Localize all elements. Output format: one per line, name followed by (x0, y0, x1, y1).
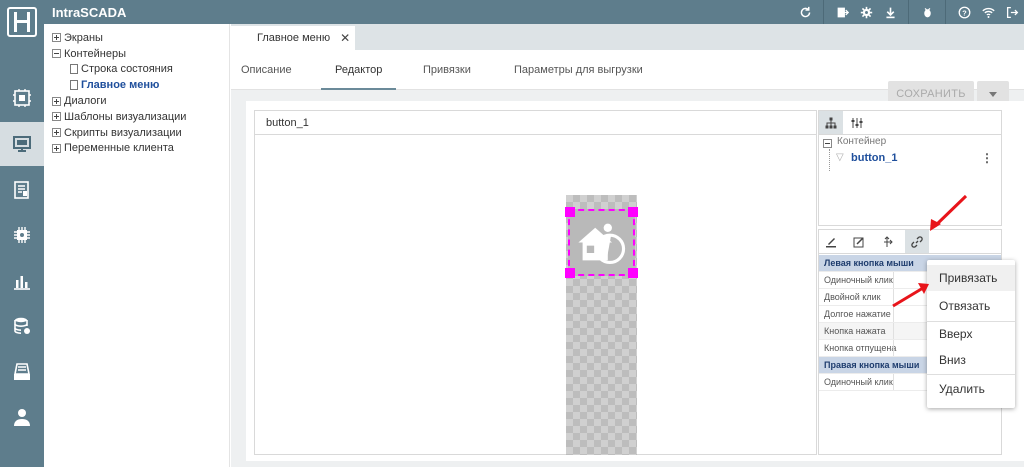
logo-mark (7, 7, 37, 37)
expand-icon[interactable] (52, 33, 61, 43)
canvas-title: button_1 (255, 111, 816, 135)
left-rail (0, 24, 44, 467)
object-tree-panel: Контейнер ▽ button_1 ⋮ (818, 110, 1002, 226)
app-logo (0, 0, 44, 44)
node-expand-icon: ▽ (836, 152, 844, 163)
download-icon[interactable] (878, 0, 902, 24)
tab-label: Главное меню (257, 32, 331, 44)
resize-handle-se[interactable] (628, 268, 638, 278)
hierarchy-icon[interactable] (819, 111, 843, 134)
group-label: Правая кнопка мыши (824, 360, 920, 370)
document-tabstrip: Главное меню ✕ (231, 24, 1024, 50)
resize-handle-sw[interactable] (565, 268, 575, 278)
tree-item-label: Скрипты визуализации (64, 126, 182, 139)
wifi-icon (976, 0, 1000, 24)
selected-button-widget[interactable] (568, 209, 635, 276)
brush-icon[interactable] (819, 230, 843, 253)
tree-item-label: Главное меню (81, 79, 160, 92)
tree-item-scripts[interactable]: Скрипты визуализации (44, 125, 229, 141)
canvas-panel: button_1 (254, 110, 817, 455)
tree-item-containers[interactable]: Контейнеры (44, 46, 229, 62)
tree-item-label: Строка состояния (81, 63, 173, 76)
tree-connector (829, 149, 830, 171)
event-label: Кнопка нажата (824, 326, 886, 336)
chart-icon[interactable] (0, 259, 44, 303)
expand-icon[interactable] (52, 128, 61, 138)
tab-main-menu[interactable]: Главное меню ✕ (231, 26, 355, 50)
app-title: IntraSCADA (52, 5, 127, 20)
document-icon (70, 80, 78, 91)
project-tree: Экраны Контейнеры Строка состояния Главн… (44, 24, 230, 467)
link-icon[interactable] (905, 230, 929, 253)
event-label: Долгое нажатие (824, 309, 891, 319)
tree-item-templates[interactable]: Шаблоны визуализации (44, 109, 229, 125)
database-icon[interactable] (0, 304, 44, 348)
tree-item-label: Переменные клиента (64, 142, 174, 155)
menu-divider (927, 374, 1015, 375)
menu-item-bind[interactable]: Привязать (927, 265, 1015, 291)
collapse-icon[interactable] (823, 139, 832, 148)
tab-description[interactable]: Описание (241, 50, 292, 90)
toolbar-divider (945, 0, 946, 24)
document-icon (70, 64, 78, 75)
tree-item-label: Диалоги (64, 95, 107, 108)
export-icon[interactable] (830, 0, 854, 24)
tab-bindings[interactable]: Привязки (423, 50, 471, 90)
help-icon[interactable]: ? (952, 0, 976, 24)
tree-item-label: Контейнеры (64, 47, 126, 60)
button-node-label[interactable]: button_1 (851, 152, 897, 164)
object-tree-tabs (819, 111, 1001, 135)
tab-editor[interactable]: Редактор (321, 50, 397, 90)
tab-export-params[interactable]: Параметры для выгрузки (514, 50, 643, 90)
menu-item-delete[interactable]: Удалить (927, 376, 1015, 402)
user-icon[interactable] (0, 395, 44, 439)
tree-item-screens[interactable]: Экраны (44, 30, 229, 46)
edit-icon[interactable] (847, 230, 871, 253)
container-node-label[interactable]: Контейнер (837, 136, 886, 147)
archive-icon[interactable] (0, 350, 44, 394)
top-bar: IntraSCADA ? (0, 0, 1024, 24)
tree-item-label: Шаблоны визуализации (64, 110, 187, 123)
logout-icon[interactable] (1000, 0, 1024, 24)
group-label: Левая кнопка мыши (824, 258, 914, 268)
event-label: Двойной клик (824, 292, 881, 302)
refresh-icon[interactable] (793, 0, 817, 24)
event-label: Одиночный клик (824, 275, 893, 285)
context-menu: Привязать Отвязать Вверх Вниз Удалить (927, 260, 1015, 408)
sliders-icon[interactable] (845, 111, 869, 134)
properties-tabs (819, 230, 1001, 254)
tree-item-dialogs[interactable]: Диалоги (44, 93, 229, 109)
tree-item-label: Экраны (64, 31, 103, 44)
svg-text:?: ? (962, 8, 967, 17)
move-icon[interactable] (875, 230, 899, 253)
menu-item-move-down[interactable]: Вниз (927, 347, 1015, 373)
event-label: Кнопка отпущена (824, 343, 897, 353)
resize-handle-nw[interactable] (565, 207, 575, 217)
expand-icon[interactable] (52, 143, 61, 153)
bug-icon[interactable] (915, 0, 939, 24)
expand-icon[interactable] (52, 112, 61, 122)
event-label: Одиночный клик (824, 377, 893, 387)
module-icon[interactable] (0, 213, 44, 257)
menu-item-unbind[interactable]: Отвязать (927, 293, 1015, 319)
report-icon[interactable] (0, 168, 44, 212)
toolbar-divider (823, 0, 824, 24)
toolbar-divider (908, 0, 909, 24)
tree-item-main-menu[interactable]: Главное меню (44, 77, 229, 93)
close-icon[interactable]: ✕ (340, 31, 350, 45)
gear-icon[interactable] (854, 0, 878, 24)
home-info-icon (578, 223, 626, 265)
more-options-icon[interactable]: ⋮ (981, 151, 993, 165)
tree-item-status-bar[interactable]: Строка состояния (44, 62, 229, 78)
top-toolbar: ? (793, 0, 1024, 24)
tree-item-client-vars[interactable]: Переменные клиента (44, 141, 229, 157)
menu-item-move-up[interactable]: Вверх (927, 321, 1015, 347)
collapse-icon[interactable] (52, 49, 61, 59)
expand-icon[interactable] (52, 96, 61, 106)
editor-subnav: Описание Редактор Привязки Параметры для… (231, 50, 1024, 107)
resize-handle-ne[interactable] (628, 207, 638, 217)
dashboard-icon[interactable] (0, 76, 44, 120)
monitor-icon[interactable] (0, 122, 44, 166)
